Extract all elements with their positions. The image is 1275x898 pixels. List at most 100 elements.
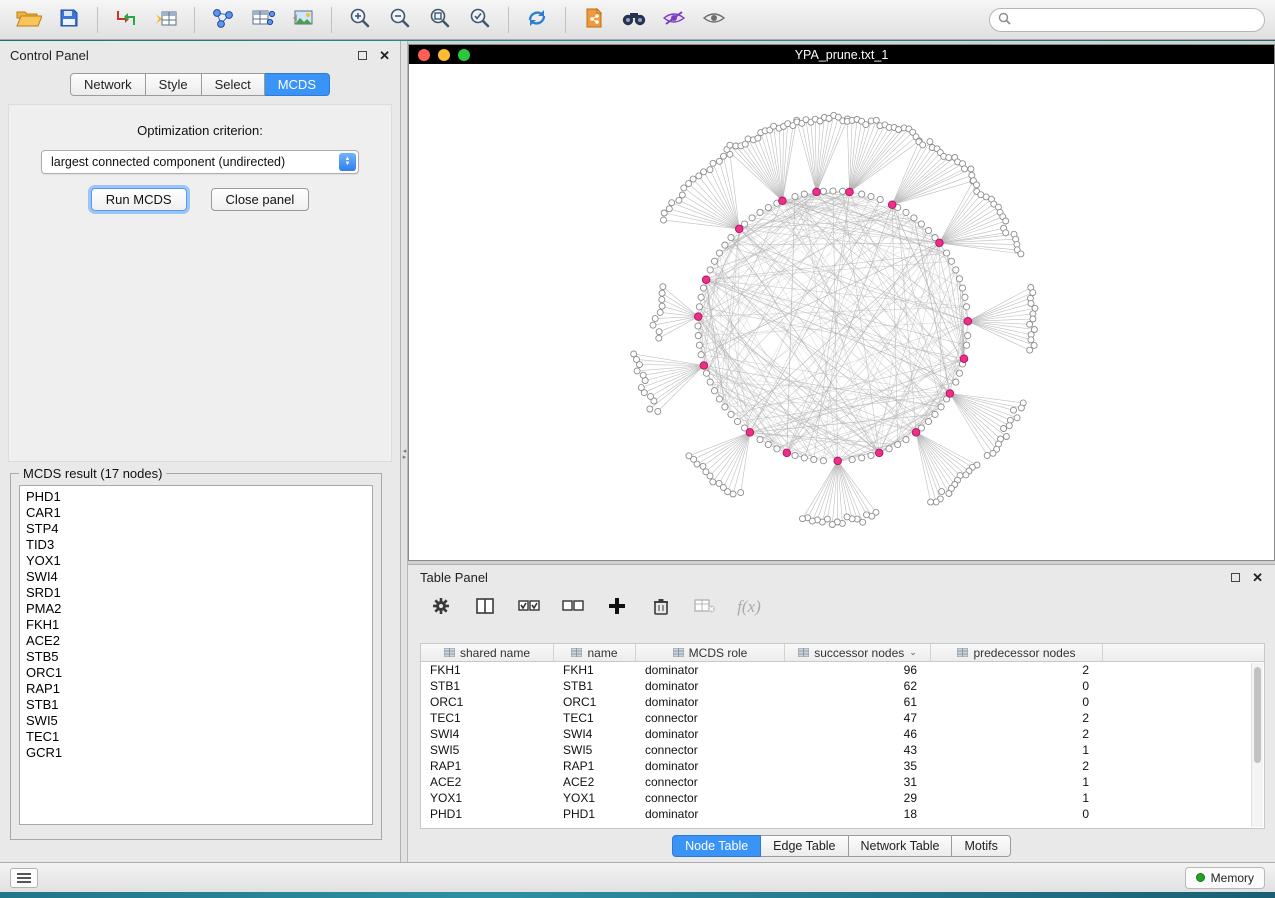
toolbar-separator (508, 7, 509, 33)
status-bar: Memory (0, 862, 1275, 892)
mcds-result-item[interactable]: TEC1 (26, 729, 366, 745)
tab-mcds[interactable]: MCDS (265, 73, 330, 96)
float-table-panel-icon[interactable] (1231, 573, 1240, 582)
close-panel-button[interactable]: Close panel (211, 188, 310, 211)
zoom-out-icon (389, 7, 411, 32)
toolbar-separator (331, 7, 332, 33)
tab-network[interactable]: Network (70, 73, 146, 96)
column-header-shared-name[interactable]: shared name (421, 644, 554, 661)
table-panel-title: Table Panel (420, 570, 488, 585)
zoom-out-button[interactable] (381, 4, 419, 36)
save-button[interactable] (50, 4, 88, 36)
mcds-result-item[interactable]: RAP1 (26, 681, 366, 697)
memory-button[interactable]: Memory (1185, 867, 1265, 889)
show-all-button[interactable] (695, 4, 733, 36)
mcds-result-item[interactable]: TID3 (26, 537, 366, 553)
network-window-titlebar[interactable]: YPA_prune.txt_1 (409, 45, 1274, 64)
import-network-file-button[interactable] (107, 4, 145, 36)
zoom-fit-button[interactable] (421, 4, 459, 36)
find-button[interactable] (615, 4, 653, 36)
mcds-result-item[interactable]: STB5 (26, 649, 366, 665)
table-row[interactable]: PHD1 PHD1 dominator 18 0 (421, 806, 1264, 822)
control-panel-title: Control Panel (10, 48, 89, 63)
show-columns-button[interactable] (472, 595, 498, 619)
table-row[interactable]: TEC1 TEC1 connector 47 2 (421, 710, 1264, 726)
zoom-selected-button[interactable] (461, 4, 499, 36)
column-header-name[interactable]: name (554, 644, 636, 661)
checked-boxes-icon (518, 599, 540, 616)
mcds-result-item[interactable]: YOX1 (26, 553, 366, 569)
table-settings-button[interactable] (428, 595, 454, 619)
close-table-panel-icon[interactable]: ✕ (1252, 571, 1263, 584)
splitter-grip-icon[interactable]: ◂▸ (401, 449, 408, 461)
table-row[interactable]: ACE2 ACE2 connector 31 1 (421, 774, 1264, 790)
delete-column-button[interactable] (648, 595, 674, 619)
delete-table-button[interactable] (692, 595, 718, 619)
mcds-result-item[interactable]: SWI5 (26, 713, 366, 729)
mcds-result-item[interactable]: CAR1 (26, 505, 366, 521)
table-row[interactable]: FKH1 FKH1 dominator 96 2 (421, 662, 1264, 678)
vertical-splitter[interactable]: ◂▸ (401, 41, 408, 862)
sort-descending-icon: ⌄ (909, 647, 917, 658)
table-row[interactable]: STB1 STB1 dominator 62 0 (421, 678, 1264, 694)
table-row[interactable]: ORC1 ORC1 dominator 61 0 (421, 694, 1264, 710)
open-file-button[interactable] (10, 4, 48, 36)
import-table-file-button[interactable] (147, 4, 185, 36)
show-panels-button[interactable] (10, 868, 38, 888)
tab-network-table[interactable]: Network Table (849, 835, 953, 857)
mcds-result-item[interactable]: GCR1 (26, 745, 366, 761)
table-delete-icon (694, 598, 716, 617)
tab-node-table[interactable]: Node Table (672, 835, 761, 857)
mcds-result-item[interactable]: ORC1 (26, 665, 366, 681)
function-builder-button[interactable]: f(x) (736, 595, 762, 619)
application-window: Control Panel ✕ Network Style Select MCD… (0, 0, 1275, 898)
hide-selected-button[interactable] (655, 4, 693, 36)
mcds-result-item[interactable]: PHD1 (26, 489, 366, 505)
mcds-result-item[interactable]: STP4 (26, 521, 366, 537)
columns-icon (476, 598, 494, 617)
export-image-button[interactable] (284, 4, 322, 36)
run-mcds-button[interactable]: Run MCDS (91, 188, 187, 211)
select-all-button[interactable] (516, 595, 542, 619)
zoom-in-button[interactable] (341, 4, 379, 36)
search-input[interactable] (1017, 13, 1256, 27)
table-header-row: shared name name MCDS role successor nod… (421, 644, 1264, 662)
toolbar-separator (565, 7, 566, 33)
table-scrollbar[interactable] (1251, 663, 1263, 827)
column-header-mcds-role[interactable]: MCDS role (636, 644, 785, 661)
table-row[interactable]: SWI4 SWI4 dominator 46 2 (421, 726, 1264, 742)
menu-lines-icon (17, 873, 31, 875)
mcds-result-item[interactable]: SRD1 (26, 585, 366, 601)
table-panel-header: Table Panel ✕ (408, 565, 1275, 589)
network-window-title: YPA_prune.txt_1 (409, 48, 1274, 62)
table-row[interactable]: RAP1 RAP1 dominator 35 2 (421, 758, 1264, 774)
tab-motifs[interactable]: Motifs (952, 835, 1010, 857)
tab-select[interactable]: Select (202, 73, 265, 96)
column-header-predecessor-nodes[interactable]: predecessor nodes (931, 644, 1103, 661)
network-canvas[interactable] (409, 64, 1274, 560)
network-table-icon (251, 8, 275, 31)
gear-icon (432, 597, 450, 618)
table-scrollbar-thumb[interactable] (1254, 667, 1261, 763)
optimization-criterion-select[interactable]: largest connected component (undirected)… (41, 150, 359, 174)
deselect-all-button[interactable] (560, 595, 586, 619)
table-row[interactable]: SWI5 SWI5 connector 43 1 (421, 742, 1264, 758)
tab-edge-table[interactable]: Edge Table (761, 835, 848, 857)
copy-document-button[interactable] (575, 4, 613, 36)
node-table: shared name name MCDS role successor nod… (420, 643, 1265, 829)
network-from-table-button[interactable] (244, 4, 282, 36)
column-header-successor-nodes[interactable]: successor nodes⌄ (785, 644, 931, 661)
mcds-result-item[interactable]: FKH1 (26, 617, 366, 633)
add-column-button[interactable] (604, 595, 630, 619)
tab-style[interactable]: Style (146, 73, 202, 96)
refresh-button[interactable] (518, 4, 556, 36)
close-panel-icon[interactable]: ✕ (379, 49, 390, 62)
float-panel-icon[interactable] (358, 51, 367, 60)
new-network-button[interactable] (204, 4, 242, 36)
mcds-result-item[interactable]: ACE2 (26, 633, 366, 649)
control-panel: Control Panel ✕ Network Style Select MCD… (0, 41, 401, 862)
mcds-result-item[interactable]: STB1 (26, 697, 366, 713)
mcds-result-item[interactable]: PMA2 (26, 601, 366, 617)
table-row[interactable]: YOX1 YOX1 connector 29 1 (421, 790, 1264, 806)
mcds-result-item[interactable]: SWI4 (26, 569, 366, 585)
